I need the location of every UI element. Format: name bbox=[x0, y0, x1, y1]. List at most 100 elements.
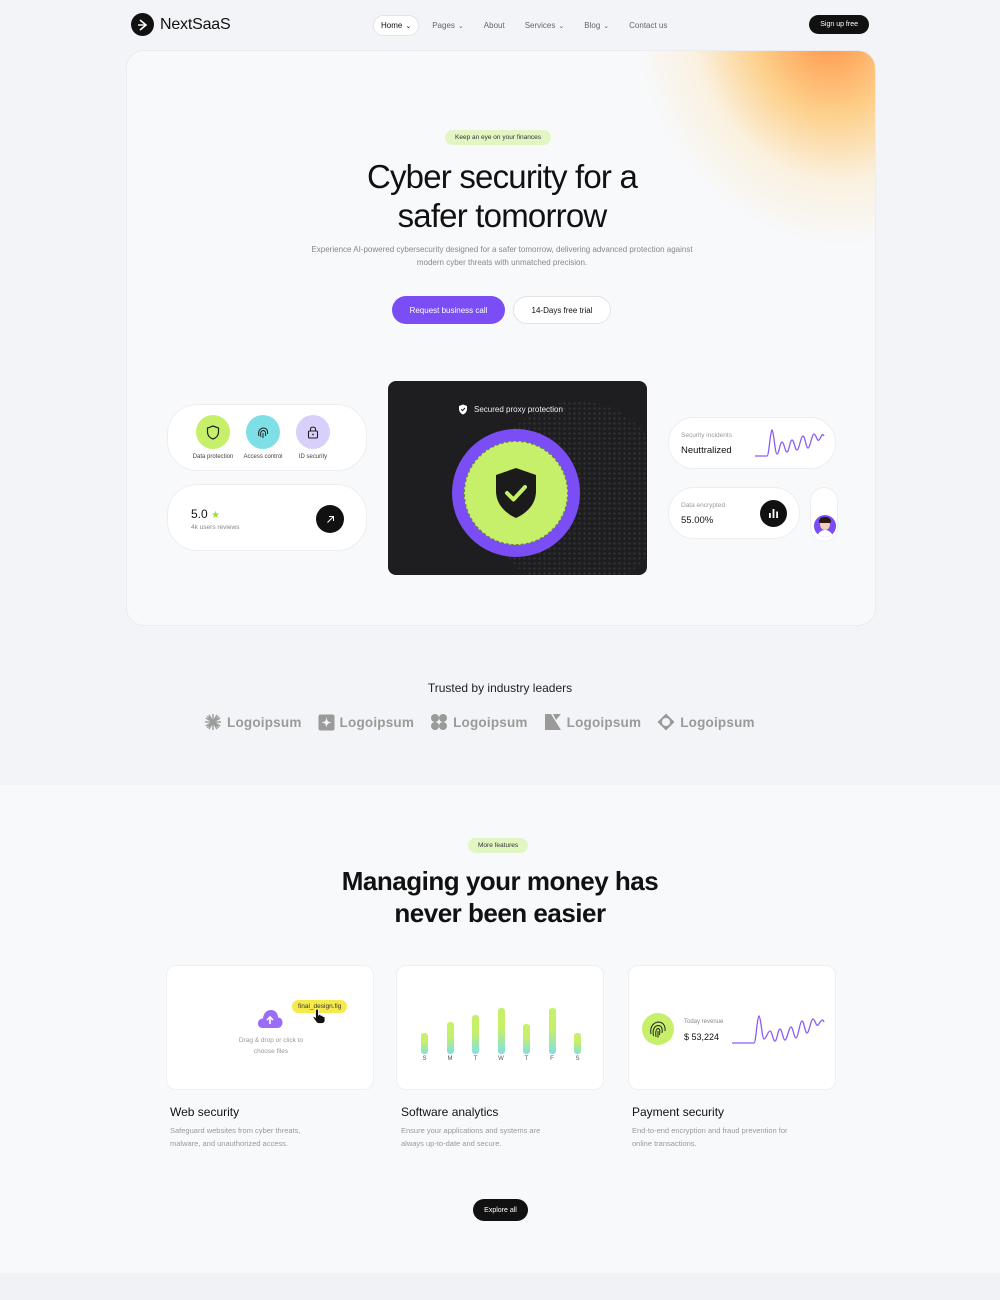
hero-section: Keep an eye on your finances Cyber secur… bbox=[126, 50, 876, 626]
proxy-protection-card: Secured proxy protection bbox=[388, 381, 647, 575]
nav-label: About bbox=[483, 21, 505, 30]
feature-access-control[interactable]: Access control bbox=[244, 415, 283, 460]
signup-button[interactable]: Sign up free bbox=[809, 15, 869, 34]
features-title: Managing your money has never been easie… bbox=[0, 865, 1000, 929]
revenue-value: $ 53,224 bbox=[684, 1032, 720, 1042]
upload-text: choose files bbox=[253, 1048, 289, 1055]
partner-logo: Logoipsum bbox=[544, 713, 642, 731]
features-badge: More features bbox=[468, 838, 529, 853]
card-title: Web security bbox=[170, 1105, 240, 1119]
rating-value: 5.0 ★ bbox=[191, 507, 220, 521]
card-desc: Safeguard websites from cyber threats, m… bbox=[170, 1126, 301, 1148]
web-security-card: final_design.fig Drag & drop or click to… bbox=[166, 965, 374, 1090]
features-section: More features Managing your money has ne… bbox=[0, 785, 1000, 1273]
top-nav: NextSaaS Home ⌄ Pages ⌄ About Services ⌄ Bl… bbox=[126, 10, 876, 42]
nav-item-contact[interactable]: Contact us bbox=[622, 16, 674, 35]
analytics-bar bbox=[523, 1024, 530, 1054]
rating-subtitle: 4k users reviews bbox=[191, 524, 240, 531]
explore-all-button[interactable]: Explore all bbox=[473, 1199, 528, 1221]
user-avatar[interactable] bbox=[814, 515, 836, 537]
partner-logo-text: Logoipsum bbox=[453, 714, 528, 730]
nav-label: Contact us bbox=[629, 21, 668, 30]
main-menu: Home ⌄ Pages ⌄ About Services ⌄ Blog ⌄ Conta… bbox=[373, 15, 674, 36]
payment-security-card: Today revenue $ 53,224 bbox=[628, 965, 836, 1090]
features-title-line: Managing your money has bbox=[341, 866, 659, 896]
feature-id-security[interactable]: ID security bbox=[295, 415, 331, 460]
cursor-hand-icon bbox=[312, 1008, 326, 1029]
analytics-bar bbox=[548, 1008, 556, 1054]
logo-icon bbox=[131, 13, 154, 36]
card-title: Payment security bbox=[632, 1105, 725, 1119]
rating-number: 5.0 bbox=[191, 507, 208, 521]
nav-label: Blog bbox=[584, 21, 601, 30]
weekday-label: S bbox=[575, 1056, 580, 1062]
partner-logo: Logoipsum bbox=[430, 713, 528, 731]
diamond-ring-icon bbox=[657, 713, 675, 731]
k-shape-icon bbox=[544, 714, 561, 730]
rating-card: 5.0 ★ 4k users reviews bbox=[167, 484, 367, 551]
sparkle-square-icon bbox=[318, 714, 335, 730]
security-incidents-card: Security incidents Neuttralized bbox=[668, 417, 836, 469]
software-analytics-card: SMTWTFS bbox=[396, 965, 604, 1090]
partner-logo-text: Logoipsum bbox=[339, 714, 415, 730]
hero-title: Cyber security for a safer tomorrow bbox=[127, 157, 875, 235]
chevron-down-icon: ⌄ bbox=[457, 22, 464, 30]
analytics-bar bbox=[497, 1008, 505, 1054]
nav-item-about[interactable]: About bbox=[477, 16, 512, 35]
incidents-sparkline bbox=[755, 429, 825, 457]
weekday-labels: SMTWTFS bbox=[421, 1056, 581, 1062]
fingerprint-icon bbox=[246, 415, 280, 449]
nav-item-pages[interactable]: Pages ⌄ bbox=[425, 16, 471, 35]
revenue-sparkline bbox=[732, 1015, 825, 1044]
partner-logo-text: Logoipsum bbox=[227, 714, 302, 730]
shield-ring bbox=[452, 429, 580, 557]
analytics-bar bbox=[574, 1033, 581, 1054]
card-desc: End-to-end encryption and fraud preventi… bbox=[632, 1126, 788, 1148]
request-call-button[interactable]: Request business call bbox=[392, 296, 505, 324]
feature-label: Data protection bbox=[192, 454, 234, 460]
nav-item-blog[interactable]: Blog ⌄ bbox=[577, 16, 616, 35]
incidents-value: Neuttralized bbox=[681, 445, 732, 456]
weekday-label: S bbox=[422, 1056, 427, 1062]
shield-badge bbox=[464, 441, 568, 545]
cloud-upload-icon[interactable] bbox=[257, 1008, 283, 1030]
trusted-title: Trusted by industry leaders bbox=[427, 681, 573, 695]
weekday-label: M bbox=[447, 1056, 453, 1062]
chevron-down-icon: ⌄ bbox=[405, 22, 412, 30]
nav-label: Pages bbox=[432, 21, 455, 30]
partner-logo: Logoipsum bbox=[204, 713, 302, 731]
shield-icon bbox=[459, 404, 467, 415]
analytics-bar bbox=[421, 1033, 428, 1054]
arrow-up-right-button[interactable] bbox=[316, 505, 344, 533]
encrypted-label: Data encrypted bbox=[681, 502, 726, 509]
partner-logos: Logoipsum Logoipsum Logoipsum Logoipsum … bbox=[204, 713, 755, 731]
nav-label: Services bbox=[524, 21, 556, 30]
brand-logo[interactable]: NextSaaS bbox=[131, 13, 231, 36]
fingerprint-icon bbox=[642, 1013, 674, 1045]
nav-label: Home bbox=[381, 21, 403, 30]
feature-data-protection[interactable]: Data protection bbox=[192, 415, 234, 460]
free-trial-button[interactable]: 14-Days free trial bbox=[513, 296, 611, 324]
arrow-up-right-icon bbox=[326, 515, 334, 523]
revenue-label: Today revenue bbox=[684, 1019, 724, 1025]
nav-item-services[interactable]: Services ⌄ bbox=[518, 16, 572, 35]
clover-icon bbox=[431, 714, 448, 730]
partner-logo-text: Logoipsum bbox=[680, 714, 755, 730]
hero-badge: Keep an eye on your finances bbox=[445, 130, 552, 145]
hero-title-line: safer tomorrow bbox=[397, 197, 608, 234]
shield-check-icon bbox=[496, 468, 536, 518]
upload-instructions: Drag & drop or click to choose files bbox=[167, 1035, 375, 1057]
card-desc: Ensure your applications and systems are… bbox=[401, 1126, 541, 1148]
card-title: Software analytics bbox=[401, 1105, 499, 1119]
partner-logo-text: Logoipsum bbox=[566, 714, 642, 730]
weekday-label: T bbox=[524, 1056, 529, 1062]
avatar-card bbox=[810, 487, 838, 542]
analytics-bar bbox=[472, 1015, 479, 1054]
features-title-line: never been easier bbox=[394, 898, 606, 928]
star-icon: ★ bbox=[211, 510, 220, 521]
proxy-title-text: Secured proxy protection bbox=[474, 405, 563, 414]
nav-item-home[interactable]: Home ⌄ bbox=[373, 15, 420, 36]
lock-icon bbox=[296, 415, 330, 449]
weekday-label: W bbox=[498, 1056, 504, 1062]
hero-title-line: Cyber security for a bbox=[366, 158, 638, 195]
